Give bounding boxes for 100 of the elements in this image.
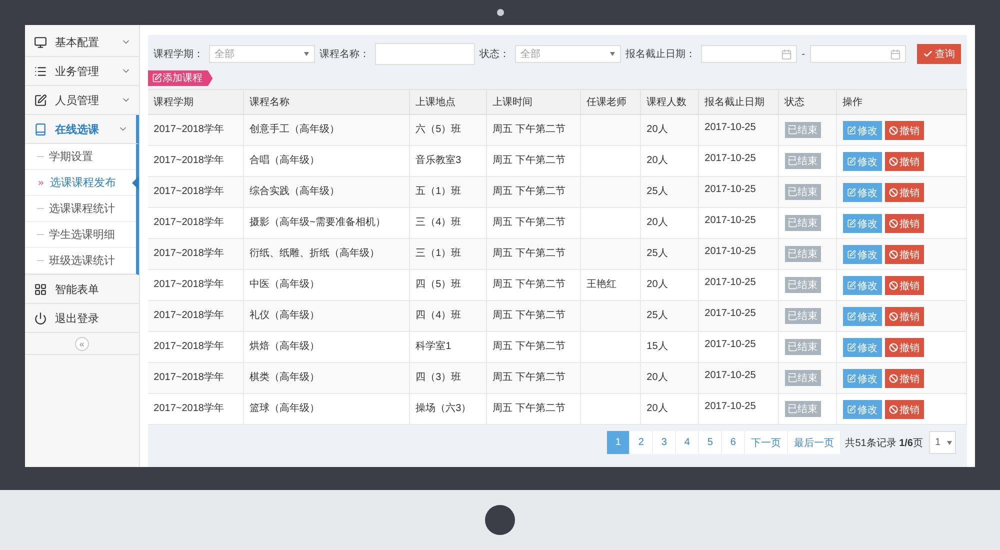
table-cell: 篮球（高年级）: [244, 394, 410, 426]
table-cell: 2017-10-25: [698, 301, 779, 332]
table-cell: 周五 下午第二节: [486, 146, 581, 178]
table-cell: 烘焙（高年级）: [244, 332, 410, 364]
table-cell: 四（5）班: [410, 270, 487, 302]
status-tag: 已结束: [784, 153, 821, 170]
revoke-button[interactable]: 撤销: [884, 400, 924, 420]
revoke-button[interactable]: 撤销: [884, 214, 924, 234]
filter-label: 课程学期：: [154, 48, 204, 61]
edit-button[interactable]: 修改: [842, 400, 882, 420]
submenu-item[interactable]: 学期设置: [25, 144, 136, 170]
revoke-button[interactable]: 撤销: [884, 245, 924, 264]
table-cell: 周五 下午第二节: [486, 270, 581, 302]
edit-button[interactable]: 修改: [842, 369, 882, 388]
edit-button[interactable]: 修改: [842, 245, 882, 264]
status-tag: 已结束: [784, 277, 821, 294]
column-header: 任课老师: [580, 90, 641, 116]
edit-button[interactable]: 修改: [842, 307, 882, 326]
table-cell: 周五 下午第二节: [486, 301, 581, 332]
revoke-button[interactable]: 撤销: [884, 183, 924, 202]
table-cell: 王艳红: [580, 270, 641, 302]
column-header: 上课地点: [410, 90, 487, 116]
table-cell: 周五 下午第二节: [486, 332, 581, 364]
table-cell: 周五 下午第二节: [486, 239, 581, 270]
range-separator: -: [802, 48, 805, 60]
edit-button[interactable]: 修改: [842, 183, 882, 202]
table-cell: 摄影（高年级~需要准备相机）: [244, 208, 410, 240]
revoke-button[interactable]: 撤销: [884, 338, 924, 358]
nav-item[interactable]: 在线选课: [25, 115, 139, 144]
status-tag: 已结束: [784, 184, 821, 200]
table-cell: 2017~2018学年: [148, 177, 244, 208]
table-cell: 周五 下午第二节: [486, 177, 581, 208]
last-page-button[interactable]: 最后一页: [788, 431, 842, 454]
table-cell: 2017~2018学年: [148, 394, 244, 426]
submenu-item[interactable]: 选课课程发布: [25, 170, 136, 196]
page-button[interactable]: 2: [630, 431, 654, 454]
page-button[interactable]: 6: [722, 431, 746, 454]
page-button[interactable]: 4: [676, 431, 700, 454]
table-cell: 棋类（高年级）: [244, 363, 410, 394]
submenu-item[interactable]: 选课课程统计: [25, 196, 136, 222]
page-button[interactable]: 1: [607, 431, 630, 454]
filter-label: 报名截止日期：: [626, 48, 696, 61]
table-cell: 2017~2018学年: [148, 363, 244, 394]
filter-label: 状态：: [480, 48, 510, 61]
revoke-button[interactable]: 撤销: [884, 152, 924, 172]
table-cell: 2017-10-25: [698, 177, 779, 208]
page-button[interactable]: 3: [653, 431, 676, 454]
table-cell: 20人: [640, 394, 699, 426]
revoke-button[interactable]: 撤销: [884, 369, 924, 388]
table-cell: 五（1）班: [410, 177, 487, 208]
table-cell: 15人: [640, 332, 699, 364]
revoke-button[interactable]: 撤销: [884, 307, 924, 326]
table-cell: 20人: [640, 146, 699, 178]
select-field[interactable]: 全部: [514, 45, 621, 63]
table-cell: 20人: [640, 363, 699, 394]
table-cell: 衍纸、纸雕、折纸（高年级）: [244, 239, 410, 270]
column-header: 状态: [778, 90, 837, 116]
table-cell: 中医（高年级）: [244, 270, 410, 302]
table-cell: 2017-10-25: [698, 146, 779, 178]
table-cell: 周五 下午第二节: [486, 394, 581, 426]
select-field[interactable]: 全部: [208, 45, 315, 63]
table-cell: 六（5）班: [410, 115, 487, 146]
edit-button[interactable]: 修改: [842, 121, 882, 140]
table-cell: 2017-10-25: [698, 394, 779, 426]
column-header: 课程学期: [148, 90, 244, 116]
page-select[interactable]: 1: [929, 431, 956, 454]
table-cell: 三（4）班: [410, 208, 487, 240]
table-cell: 2017~2018学年: [148, 146, 244, 178]
edit-button[interactable]: 修改: [842, 276, 882, 296]
edit-button[interactable]: 修改: [842, 338, 882, 358]
edit-button[interactable]: 修改: [842, 152, 882, 172]
filter-label: 课程名称：: [320, 48, 370, 61]
table-cell: 2017-10-25: [698, 270, 779, 302]
column-header: 操作: [836, 90, 967, 116]
revoke-button[interactable]: 撤销: [884, 121, 924, 140]
status-tag: 已结束: [784, 122, 821, 138]
table-cell: 创意手工（高年级）: [244, 115, 410, 146]
column-header: 课程名称: [244, 90, 410, 116]
collapse-toggle[interactable]: «: [74, 336, 89, 350]
table-cell: 周五 下午第二节: [486, 363, 581, 394]
page-button[interactable]: 5: [699, 431, 722, 454]
table-cell: 20人: [640, 115, 699, 146]
table-cell: 2017~2018学年: [148, 332, 244, 364]
table-cell: 四（4）班: [410, 301, 487, 332]
table-cell: 25人: [640, 177, 699, 208]
edit-button[interactable]: 修改: [842, 214, 882, 234]
table-cell: 2017~2018学年: [148, 239, 244, 270]
revoke-button[interactable]: 撤销: [884, 276, 924, 296]
column-header: 上课时间: [486, 90, 581, 116]
column-header: 课程人数: [640, 90, 699, 116]
search-button[interactable]: 查询: [917, 44, 961, 64]
next-page-button[interactable]: 下一页: [745, 431, 788, 454]
table-cell: 音乐教室3: [410, 146, 487, 178]
table-cell: 合唱（高年级）: [244, 146, 410, 178]
submenu-item[interactable]: 学生选课明细: [25, 222, 136, 248]
add-course-button[interactable]: 添加课程: [148, 70, 213, 86]
table-cell: 2017~2018学年: [148, 115, 244, 146]
status-tag: 已结束: [784, 339, 821, 356]
table-cell: 2017~2018学年: [148, 301, 244, 332]
submenu-item[interactable]: 班级选课统计: [25, 248, 136, 274]
